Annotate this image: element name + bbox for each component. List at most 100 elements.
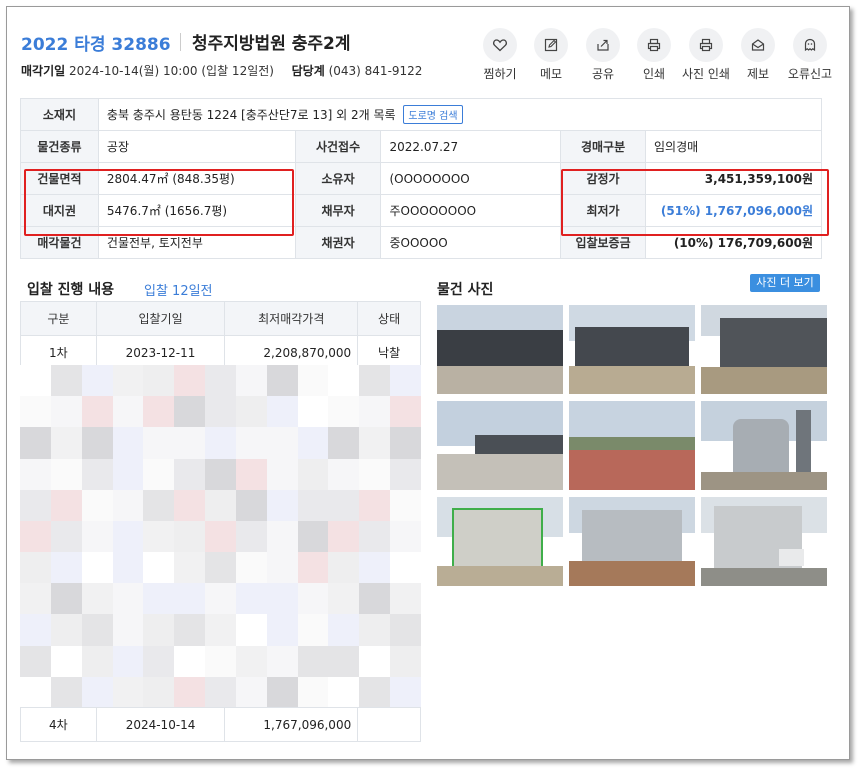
blur-tile (328, 396, 360, 428)
more-photos-button[interactable]: 사진 더 보기 (750, 274, 820, 292)
bidding-table: 구분 입찰기일 최저매각가격 상태 1차 2023-12-11 2,208,87… (20, 301, 421, 370)
round-cell: 4차 (20, 707, 97, 742)
status-cell (357, 707, 421, 742)
blur-tile (359, 583, 391, 615)
report-label: 제보 (746, 67, 770, 81)
blur-tile (20, 520, 51, 553)
blur-tile (20, 552, 51, 584)
blur-tile (297, 396, 329, 428)
date-cell: 2024-10-14 (95, 707, 226, 742)
blur-tile (174, 365, 206, 397)
property-photo[interactable] (701, 305, 827, 394)
blur-tile (112, 614, 144, 646)
printer-icon (647, 38, 661, 52)
blur-tile (297, 614, 329, 646)
blur-tile (50, 365, 82, 397)
blur-tile (174, 520, 206, 553)
road-search-button[interactable]: 도로명 검색 (403, 105, 463, 124)
blur-tile (20, 427, 51, 459)
type-value: 공장 (97, 130, 296, 163)
court-name: 청주지방법원 충주2계 (192, 34, 351, 54)
blur-tile (359, 396, 391, 428)
blur-tile (81, 458, 113, 490)
blur-tile (297, 583, 329, 615)
blur-tile (205, 614, 236, 646)
blur-tile (50, 396, 82, 428)
blur-tile (235, 458, 267, 490)
blur-tile (266, 458, 298, 490)
blur-tile (81, 552, 113, 584)
blur-tile (143, 614, 175, 646)
bookmark-button[interactable]: 찜하기 (474, 28, 526, 82)
blur-tile (235, 676, 267, 708)
blur-tile (112, 427, 144, 459)
property-photo[interactable] (701, 401, 827, 490)
property-photo[interactable] (437, 305, 563, 394)
property-photo[interactable] (569, 305, 695, 394)
area-highlight-box (24, 169, 294, 236)
blur-tile (112, 396, 144, 428)
blur-tile (205, 427, 236, 459)
creditor-label: 채권자 (294, 226, 382, 259)
blur-tile (297, 645, 329, 677)
blur-tile (266, 552, 298, 584)
blur-tile (266, 676, 298, 708)
heart-icon (493, 39, 507, 52)
blur-tile (205, 458, 236, 490)
blur-tile (143, 520, 175, 553)
photo-print-button[interactable]: 사진 인쇄 (680, 28, 732, 82)
print-button[interactable]: 인쇄 (628, 28, 680, 82)
share-button[interactable]: 공유 (577, 28, 629, 82)
pencil-icon (544, 38, 558, 52)
blur-tile (20, 458, 51, 490)
share-icon (597, 39, 609, 51)
blur-tile (359, 676, 391, 708)
blur-tile (235, 427, 267, 459)
owner-label: 소유자 (294, 162, 382, 195)
blur-tile (174, 583, 206, 615)
sale-info-line: 매각기일 2024-10-14(월) 10:00 (입찰 12일전) 담당계 (… (21, 62, 422, 79)
blur-tile (235, 489, 267, 521)
report-button[interactable]: 제보 (732, 28, 784, 82)
case-number[interactable]: 2022 타경 32886 (21, 30, 171, 55)
location-value: 충북 충주시 용탄동 1224 [충주산단7로 13] 외 2개 목록 (106, 108, 396, 122)
blur-tile (143, 645, 175, 677)
photo-print-label: 사진 인쇄 (682, 67, 730, 81)
blur-tile (328, 676, 360, 708)
error-report-button[interactable]: 오류신고 (784, 28, 836, 82)
manager-label: 담당계 (291, 64, 325, 78)
blur-tile (235, 520, 267, 553)
blur-tile (390, 614, 421, 646)
received-label: 사건접수 (294, 130, 382, 163)
blur-tile (297, 365, 329, 397)
blur-tile (390, 520, 421, 553)
blur-tile (390, 552, 421, 584)
blur-tile (20, 614, 51, 646)
blur-tile (20, 365, 51, 397)
auction-type-label: 경매구분 (560, 130, 646, 163)
blur-tile (266, 614, 298, 646)
blur-tile (20, 676, 51, 708)
auction-type-value: 임의경매 (645, 130, 822, 163)
column-header: 구분 (20, 301, 97, 336)
property-photo[interactable] (437, 401, 563, 490)
blur-tile (235, 365, 267, 397)
blur-tile (81, 365, 113, 397)
bidding-table-last-row: 4차 2024-10-14 1,767,096,000 (20, 707, 421, 742)
envelope-icon (751, 39, 765, 51)
blur-tile (328, 489, 360, 521)
property-photo[interactable] (701, 497, 827, 586)
memo-button[interactable]: 메모 (525, 28, 577, 82)
blur-tile (205, 552, 236, 584)
bookmark-label: 찜하기 (483, 67, 517, 81)
debtor-label: 채무자 (294, 194, 382, 227)
property-photo[interactable] (569, 497, 695, 586)
blur-tile (266, 489, 298, 521)
property-photo[interactable] (437, 497, 563, 586)
bidding-section-title: 입찰 진행 내용 (27, 282, 115, 298)
owner-value: (OOOOOOOO (380, 162, 562, 195)
property-photo[interactable] (569, 401, 695, 490)
blur-tile (50, 645, 82, 677)
blur-tile (205, 365, 236, 397)
blur-tile (50, 489, 82, 521)
